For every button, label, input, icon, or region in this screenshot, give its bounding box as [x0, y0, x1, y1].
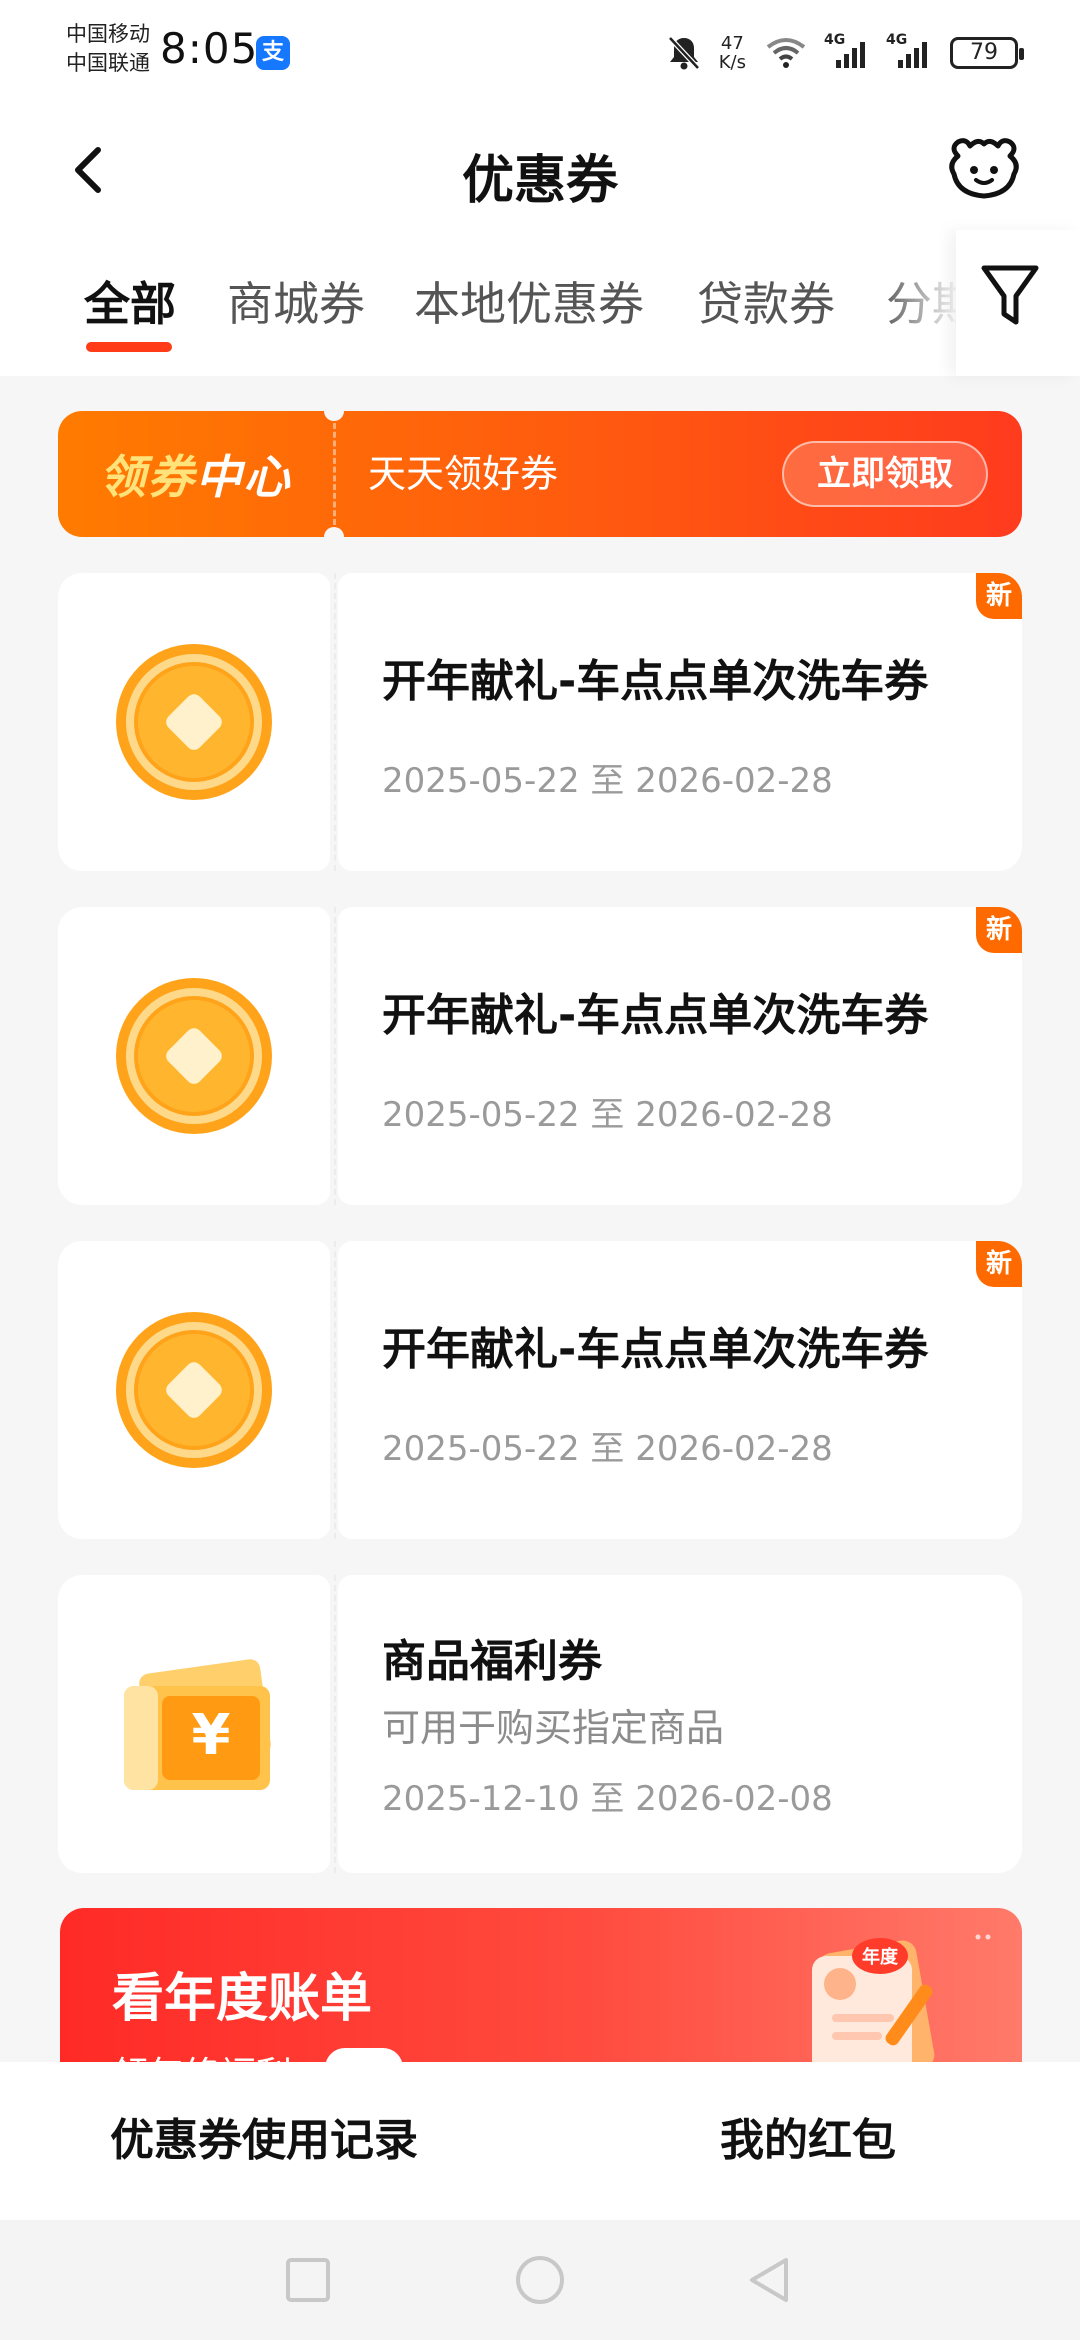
banner-title-b: 中心 — [195, 450, 292, 504]
status-bar: 中国移动 中国联通 8:05 支 47 K/s 4G 4G 79 — [0, 0, 1080, 110]
svg-text:¥: ¥ — [192, 1703, 231, 1768]
banner-divider — [333, 423, 336, 525]
new-badge: 新 — [976, 907, 1022, 953]
carrier-info: 中国移动 中国联通 — [66, 20, 150, 78]
gold-coin-icon — [114, 976, 274, 1136]
tab-local[interactable]: 本地优惠券 — [414, 268, 644, 334]
coupon-body: 开年献礼-车点点单次洗车券 2025-05-22 至 2026-02-28 新 — [338, 1241, 1022, 1539]
coupon-title: 开年献礼-车点点单次洗车券 — [382, 990, 929, 1041]
filter-button[interactable] — [956, 230, 1080, 376]
active-tab-indicator — [86, 342, 172, 352]
banner-title-a: 领券 — [99, 450, 196, 504]
coupon-card[interactable]: ¥ 商品福利券 可用于购买指定商品 2025-12-10 至 2026-02-0… — [58, 1575, 1022, 1873]
signal-2-label: 4G — [886, 32, 908, 48]
banner-title: 领券 中心 — [58, 411, 333, 537]
page-title: 优惠券 — [461, 151, 618, 211]
network-speed-unit: K/s — [718, 52, 746, 73]
status-icons: 47 K/s 4G 4G 79 — [667, 30, 1024, 76]
coupon-perforation — [334, 1241, 336, 1539]
new-badge: 新 — [976, 573, 1022, 619]
coupon-body: 开年献礼-车点点单次洗车券 2025-05-22 至 2026-02-28 新 — [338, 907, 1022, 1205]
coupon-title: 商品福利券 — [382, 1636, 602, 1687]
coupon-body: 开年献礼-车点点单次洗车券 2025-05-22 至 2026-02-28 新 — [338, 573, 1022, 871]
tab-mall[interactable]: 商城券 — [227, 268, 365, 334]
more-icon[interactable] — [974, 1934, 994, 1940]
bottom-action-bar: 优惠券使用记录 我的红包 — [0, 2062, 1080, 2220]
coupon-title: 开年献礼-车点点单次洗车券 — [382, 656, 929, 707]
coupon-perforation — [334, 573, 336, 871]
claim-now-button[interactable]: 立即领取 — [782, 441, 988, 507]
wifi-icon — [766, 38, 806, 68]
coupon-title: 开年献礼-车点点单次洗车券 — [382, 1324, 929, 1375]
clock: 8:05 — [160, 24, 259, 73]
category-tabs: 全部 商城券 本地优惠券 贷款券 分期 — [0, 230, 1080, 376]
coupon-validity: 2025-05-22 至 2026-02-28 — [382, 1429, 833, 1469]
banner-notch-bottom — [324, 527, 344, 537]
page-header: 优惠券 — [0, 110, 1080, 230]
coupon-validity: 2025-05-22 至 2026-02-28 — [382, 761, 833, 801]
coupon-card[interactable]: 开年献礼-车点点单次洗车券 2025-05-22 至 2026-02-28 新 — [58, 1241, 1022, 1539]
coupon-perforation — [334, 1575, 336, 1873]
alipay-notification-icon: 支 — [256, 36, 290, 70]
new-badge: 新 — [976, 1241, 1022, 1287]
recent-apps-icon[interactable] — [280, 2252, 336, 2308]
coupon-perforation — [334, 907, 336, 1205]
filter-icon — [981, 265, 1039, 325]
assistant-face-icon — [949, 138, 1019, 199]
signal-icon-1: 4G — [824, 32, 870, 68]
coupon-card[interactable]: 开年献礼-车点点单次洗车券 2025-05-22 至 2026-02-28 新 — [58, 907, 1022, 1205]
signal-1-label: 4G — [824, 32, 846, 48]
coupon-usage-history-link[interactable]: 优惠券使用记录 — [110, 2062, 418, 2220]
home-icon[interactable] — [512, 2252, 568, 2308]
network-speed-value: 47 — [720, 33, 744, 54]
annual-bill-title: 看年度账单 — [112, 1969, 373, 2029]
carrier-2: 中国联通 — [66, 51, 150, 75]
coupon-description: 可用于购买指定商品 — [382, 1706, 725, 1750]
tab-loan[interactable]: 贷款券 — [697, 268, 835, 334]
coupon-stub — [58, 573, 330, 871]
network-speed: 47 K/s — [719, 34, 746, 72]
tab-all[interactable]: 全部 — [84, 268, 176, 334]
coupon-stub — [58, 1241, 330, 1539]
back-nav-icon[interactable] — [742, 2252, 798, 2308]
tabs-fade — [880, 230, 960, 376]
coupon-center-banner[interactable]: 领券 中心 天天领好券 立即领取 — [58, 411, 1022, 537]
carrier-1: 中国移动 — [66, 22, 150, 46]
battery-icon: 79 — [950, 37, 1024, 69]
coupon-validity: 2025-05-22 至 2026-02-28 — [382, 1095, 833, 1135]
gold-coin-icon — [114, 642, 274, 802]
banner-subtitle: 天天领好券 — [368, 452, 559, 496]
coupon-validity: 2025-12-10 至 2026-02-08 — [382, 1779, 833, 1819]
coupon-stub — [58, 907, 330, 1205]
annual-report-icon: 年度 — [812, 1938, 935, 2082]
coupon-card[interactable]: 开年献礼-车点点单次洗车券 2025-05-22 至 2026-02-28 新 — [58, 573, 1022, 871]
my-red-packets-link[interactable]: 我的红包 — [720, 2062, 896, 2220]
coupon-body: 商品福利券 可用于购买指定商品 2025-12-10 至 2026-02-08 — [338, 1575, 1022, 1873]
yuan-ticket-icon: ¥ — [114, 1644, 274, 1804]
coupon-stub: ¥ — [58, 1575, 330, 1873]
assistant-button[interactable] — [944, 134, 1024, 204]
annual-art-label: 年度 — [862, 1946, 899, 1968]
system-nav-bar — [0, 2220, 1080, 2340]
signal-icon-2: 4G — [886, 32, 932, 68]
gold-coin-icon — [114, 1310, 274, 1470]
bell-muted-icon — [667, 36, 700, 70]
